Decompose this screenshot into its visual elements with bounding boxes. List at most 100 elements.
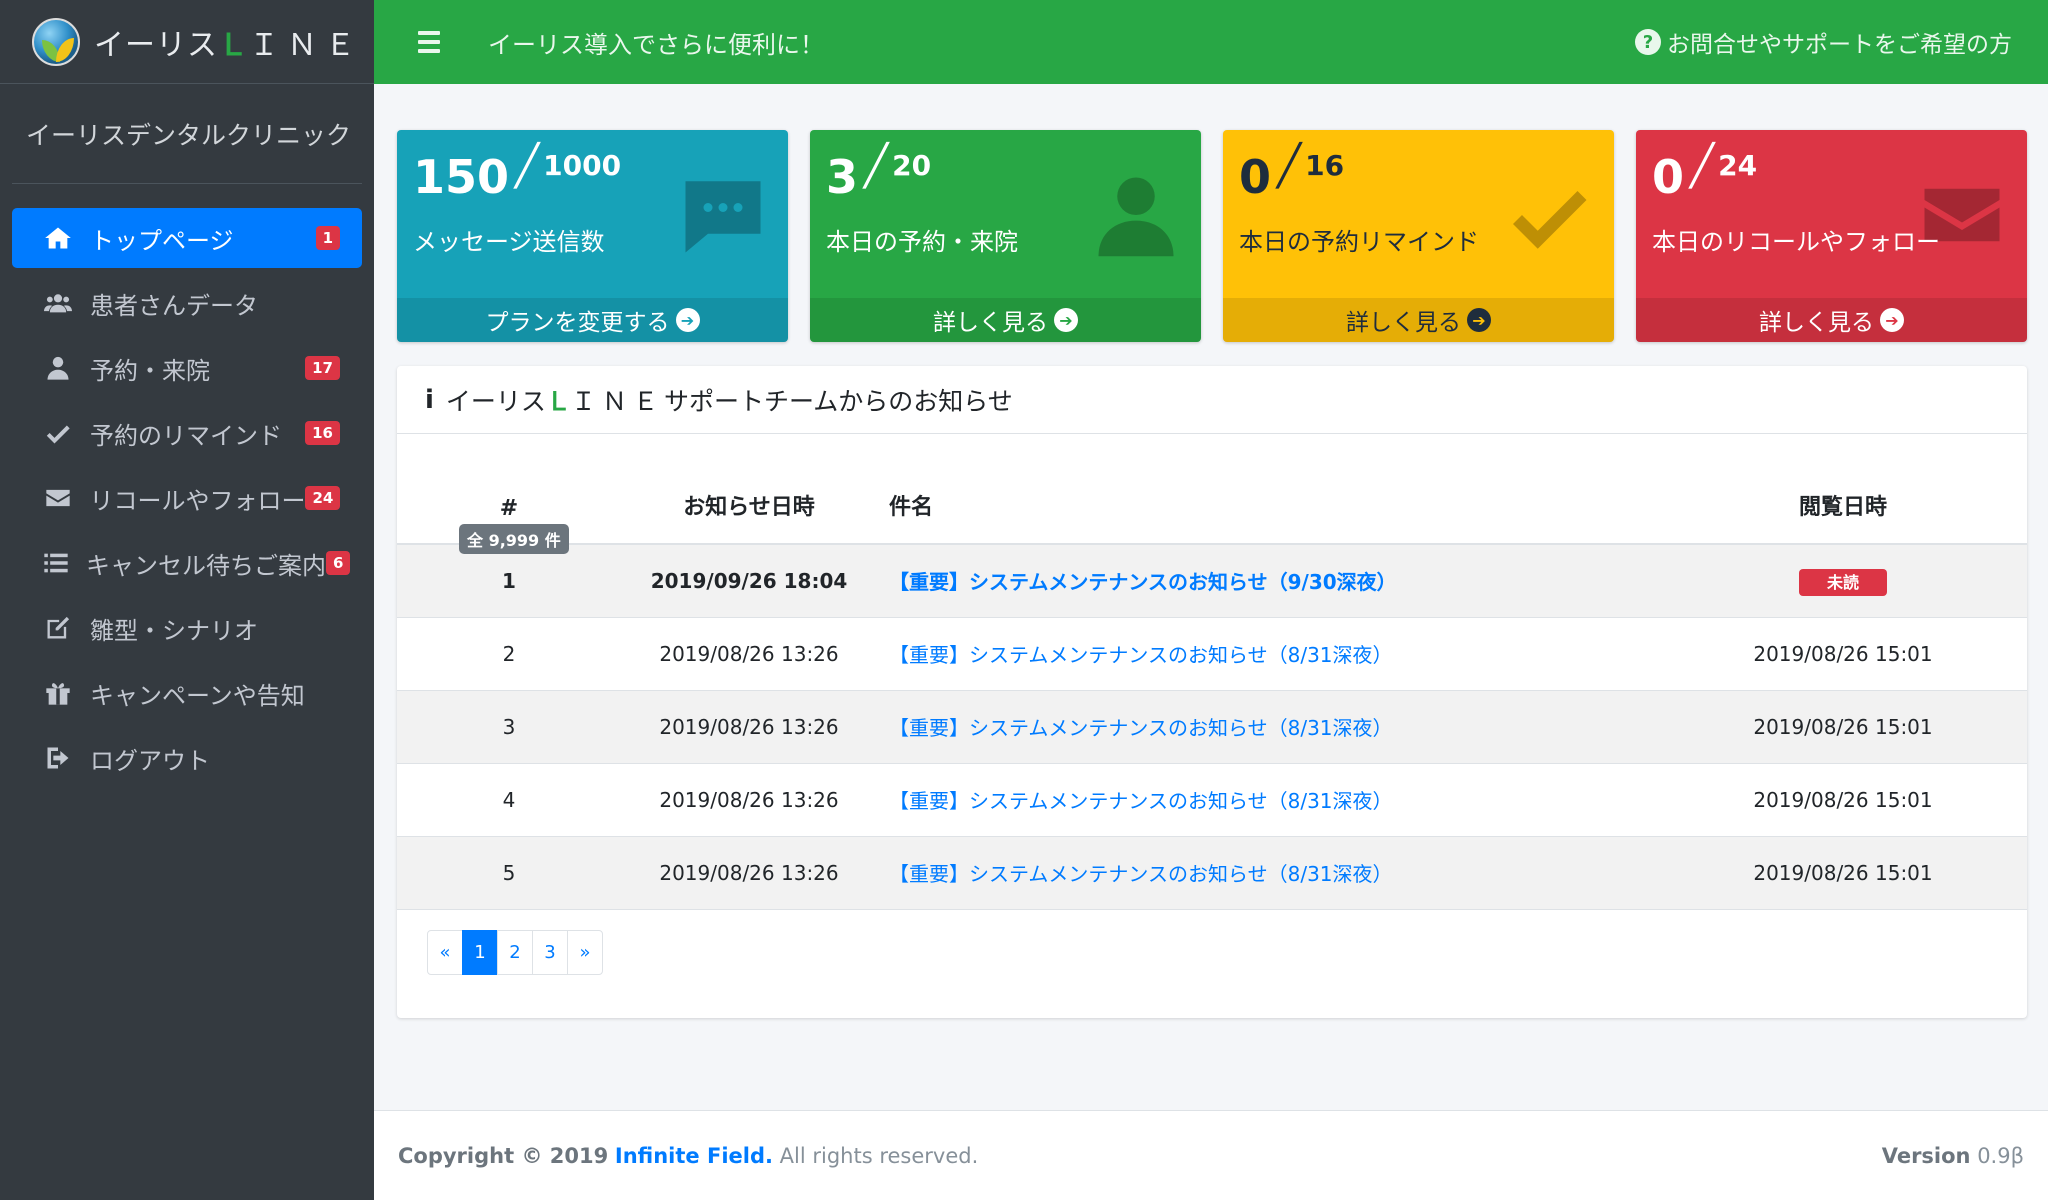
row-date: 2019/09/26 18:04 bbox=[621, 544, 877, 618]
question-circle-icon: ? bbox=[1635, 29, 1661, 55]
notice-link[interactable]: 【重要】システムメンテナンスのお知らせ（8/31深夜） bbox=[889, 716, 1393, 740]
sidebar-item-label: リコールやフォロー bbox=[89, 486, 306, 515]
sidebar-item-appointments[interactable]: 予約・来院 17 bbox=[12, 338, 362, 398]
sidebar-nav: トップページ 1 患者さんデータ 予約・来院 17 予約のリマインド 16 リコ… bbox=[0, 184, 374, 788]
edit-icon bbox=[42, 612, 74, 644]
version-info: Version 0.9β bbox=[1881, 1143, 2024, 1168]
pagination-next[interactable]: » bbox=[567, 930, 603, 975]
support-link[interactable]: ? お問合せやサポートをご希望の方 bbox=[1635, 25, 2012, 59]
sidebar-item-label: 予約のリマインド bbox=[90, 421, 282, 450]
sidebar-badge: 24 bbox=[305, 486, 340, 510]
box-link-label: プランを変更する bbox=[485, 310, 670, 336]
sidebar-item-campaigns[interactable]: キャンペーンや告知 bbox=[12, 663, 362, 723]
arrow-right-circle-icon: ➔ bbox=[1467, 308, 1491, 332]
pagination: « 1 2 3 » bbox=[427, 930, 603, 975]
sidebar-item-top[interactable]: トップページ 1 bbox=[12, 208, 362, 268]
arrow-right-circle-icon: ➔ bbox=[675, 308, 700, 332]
gift-icon bbox=[42, 677, 74, 709]
row-num: 1 bbox=[397, 544, 621, 618]
sidebar-item-recall[interactable]: リコールやフォロー 24 bbox=[12, 468, 362, 528]
pagination-page-2[interactable]: 2 bbox=[497, 930, 533, 975]
view-reminders-link[interactable]: 詳しく見る ➔ bbox=[1223, 298, 1614, 342]
pagination-page-3[interactable]: 3 bbox=[532, 930, 568, 975]
box-link-label: 詳しく見る bbox=[1759, 310, 1874, 336]
sidebar-badge: 1 bbox=[315, 226, 340, 250]
table-row: 5 2019/08/26 13:26 【重要】システムメンテナンスのお知らせ（8… bbox=[397, 836, 2027, 910]
notice-link[interactable]: 【重要】システムメンテナンスのお知らせ（8/31深夜） bbox=[889, 789, 1393, 813]
box-label: 本日のリコールやフォロー bbox=[1652, 228, 1940, 256]
unread-badge: 未読 bbox=[1798, 568, 1887, 596]
sidebar-item-reminders[interactable]: 予約のリマインド 16 bbox=[12, 403, 362, 463]
box-link-label: 詳しく見る bbox=[1346, 310, 1461, 336]
box-link-label: 詳しく見る bbox=[933, 310, 1048, 336]
brand[interactable]: イーリスＬＩＮＥ bbox=[0, 0, 374, 84]
notice-link[interactable]: 【重要】システムメンテナンスのお知らせ（8/31深夜） bbox=[889, 862, 1393, 886]
notices-table: 全 9,999 件 # お知らせ日時 件名 閲覧日時 1 2019/09/26 1… bbox=[397, 434, 2027, 910]
column-header-date: お知らせ日時 bbox=[621, 434, 877, 545]
sidebar-item-logout[interactable]: ログアウト bbox=[12, 728, 362, 788]
home-icon bbox=[42, 222, 74, 254]
row-num: 5 bbox=[397, 836, 621, 910]
row-viewed: 2019/08/26 15:01 bbox=[1659, 690, 2027, 764]
row-date: 2019/08/26 13:26 bbox=[621, 763, 877, 837]
box-label: メッセージ送信数 bbox=[413, 228, 605, 256]
info-icon: i bbox=[425, 384, 434, 415]
column-header-subject: 件名 bbox=[877, 434, 1659, 545]
sidebar: イーリスＬＩＮＥ イーリスデンタルクリニック トップページ 1 患者さんデータ … bbox=[0, 0, 374, 1200]
sidebar-item-label: トップページ bbox=[90, 226, 234, 255]
notice-link[interactable]: 【重要】システムメンテナンスのお知らせ（8/31深夜） bbox=[889, 643, 1393, 667]
today-reminders-box: 0 ╱ 16 本日の予約リマインド 詳しく見る ➔ bbox=[1223, 130, 1614, 342]
summary-boxes: 150 ╱ 1000 メッセージ送信数 プランを変更する ➔ 3 ╱ 20 本日の予約・来… bbox=[397, 130, 2027, 342]
view-appointments-link[interactable]: 詳しく見る ➔ bbox=[810, 298, 1201, 342]
sidebar-item-label: キャンペーンや告知 bbox=[90, 681, 305, 710]
support-link-label: お問合せやサポートをご希望の方 bbox=[1667, 32, 2012, 58]
sidebar-badge: 16 bbox=[305, 421, 340, 445]
pagination-prev[interactable]: « bbox=[427, 930, 463, 975]
pagination-page-1[interactable]: 1 bbox=[462, 930, 498, 975]
box-label: 本日の予約・来院 bbox=[826, 228, 1018, 256]
list-icon bbox=[42, 547, 70, 579]
notice-link[interactable]: 【重要】システムメンテナンスのお知らせ（9/30深夜） bbox=[889, 570, 1397, 594]
column-header-num: 全 9,999 件 # bbox=[397, 434, 621, 554]
sidebar-item-templates[interactable]: 雛型・シナリオ bbox=[12, 598, 362, 658]
row-viewed: 2019/08/26 15:01 bbox=[1659, 617, 2027, 691]
card-title: i イーリス Ｌ ＩＮＥ サポートチームからのお知らせ bbox=[397, 366, 2027, 434]
company-link[interactable]: Infinite Field. bbox=[615, 1144, 773, 1168]
column-header-viewed: 閲覧日時 bbox=[1659, 434, 2027, 545]
messages-sent-box: 150 ╱ 1000 メッセージ送信数 プランを変更する ➔ bbox=[397, 130, 788, 342]
sidebar-item-label: 患者さんデータ bbox=[90, 291, 258, 320]
envelope-icon bbox=[42, 482, 73, 514]
table-row: 4 2019/08/26 13:26 【重要】システムメンテナンスのお知らせ（8… bbox=[397, 763, 2027, 837]
total-count-badge: 全 9,999 件 bbox=[459, 524, 569, 554]
sign-out-icon bbox=[42, 742, 74, 774]
header-title[interactable]: イーリス導入でさらに便利に！ bbox=[488, 25, 824, 60]
sidebar-item-label: 予約・来院 bbox=[90, 356, 210, 385]
brand-logo-icon bbox=[32, 17, 80, 66]
row-num: 4 bbox=[397, 763, 621, 837]
notices-card: i イーリス Ｌ ＩＮＥ サポートチームからのお知らせ 全 9,999 件 # お知らせ… bbox=[397, 366, 2027, 1018]
today-recall-box: 0 ╱ 24 本日のリコールやフォロー 詳しく見る ➔ bbox=[1636, 130, 2027, 342]
row-date: 2019/08/26 13:26 bbox=[621, 690, 877, 764]
row-viewed: 2019/08/26 15:01 bbox=[1659, 763, 2027, 837]
user-icon bbox=[42, 352, 74, 384]
sidebar-badge: 17 bbox=[305, 356, 340, 380]
brand-name: イーリスＬＩＮＥ bbox=[94, 27, 363, 63]
arrow-right-circle-icon: ➔ bbox=[1054, 308, 1078, 332]
row-num: 2 bbox=[397, 617, 621, 691]
table-row: 1 2019/09/26 18:04 【重要】システムメンテナンスのお知らせ（9… bbox=[397, 544, 2027, 618]
row-date: 2019/08/26 13:26 bbox=[621, 836, 877, 910]
table-row: 3 2019/08/26 13:26 【重要】システムメンテナンスのお知らせ（8… bbox=[397, 690, 2027, 764]
sidebar-item-label: キャンセル待ちご案内 bbox=[86, 551, 326, 580]
top-header: イーリス導入でさらに便利に！ ? お問合せやサポートをご希望の方 bbox=[374, 0, 2048, 84]
change-plan-link[interactable]: プランを変更する ➔ bbox=[397, 298, 788, 342]
row-viewed: 2019/08/26 15:01 bbox=[1659, 836, 2027, 910]
sidebar-item-waitlist[interactable]: キャンセル待ちご案内 6 bbox=[12, 533, 362, 593]
row-date: 2019/08/26 13:26 bbox=[621, 617, 877, 691]
arrow-right-circle-icon: ➔ bbox=[1880, 308, 1904, 332]
sidebar-item-patients[interactable]: 患者さんデータ bbox=[12, 273, 362, 333]
view-recall-link[interactable]: 詳しく見る ➔ bbox=[1636, 298, 2027, 342]
sidebar-item-label: 雛型・シナリオ bbox=[90, 616, 258, 645]
menu-toggle-icon[interactable] bbox=[408, 20, 452, 64]
row-num: 3 bbox=[397, 690, 621, 764]
sidebar-badge: 6 bbox=[326, 551, 350, 575]
